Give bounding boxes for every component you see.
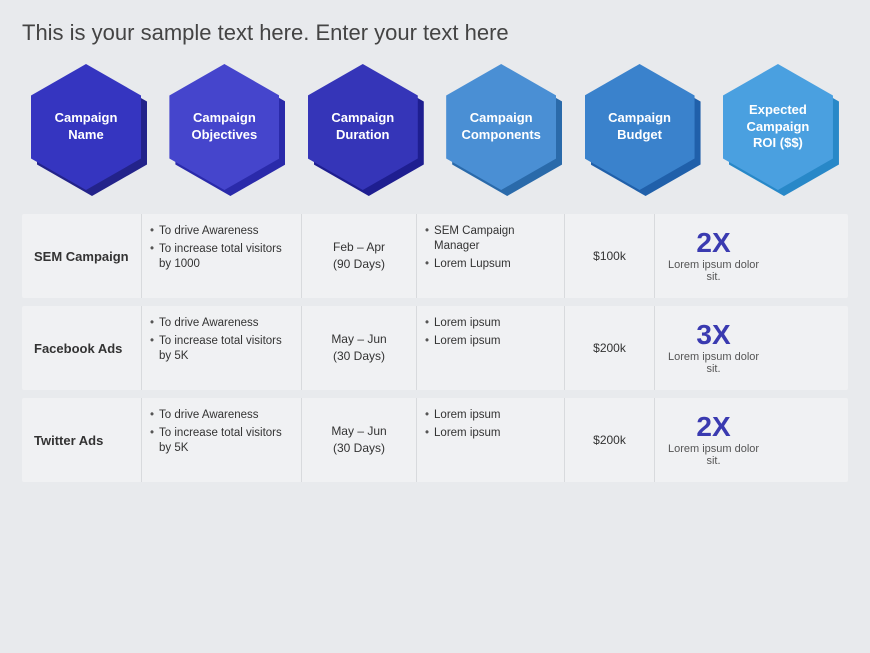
roi-subtitle: Lorem ipsum dolor sit. [663, 443, 764, 467]
cell-campaign-name: Facebook Ads [22, 306, 142, 390]
hex-label-roi: ExpectedCampaignROI ($$) [747, 102, 810, 153]
objective-item: To increase total visitors by 1000 [150, 242, 293, 272]
table-row: Twitter Ads To drive Awareness To increase… [22, 398, 848, 482]
component-item: Lorem ipsum [425, 408, 501, 423]
cell-duration: Feb – Apr(90 Days) [302, 214, 417, 298]
cell-budget: $200k [565, 398, 655, 482]
cell-objectives: To drive Awareness To increase total visi… [142, 214, 302, 298]
cell-budget: $200k [565, 306, 655, 390]
cell-roi: 2XLorem ipsum dolor sit. [655, 214, 772, 298]
objective-item: To increase total visitors by 5K [150, 334, 293, 364]
component-item: Lorem ipsum [425, 426, 501, 441]
objective-item: To drive Awareness [150, 316, 259, 331]
cell-campaign-name: SEM Campaign [22, 214, 142, 298]
cell-components: Lorem ipsum Lorem ipsum [417, 306, 565, 390]
duration-text: May – Jun(30 Days) [331, 331, 386, 365]
page-title: This is your sample text here. Enter you… [22, 20, 848, 46]
cell-roi: 2XLorem ipsum dolor sit. [655, 398, 772, 482]
component-item: Lorem ipsum [425, 334, 501, 349]
component-item: SEM Campaign Manager [425, 224, 556, 254]
hex-header-budget: CampaignBudget [578, 64, 708, 196]
table-row: SEM Campaign To drive Awareness To increas… [22, 214, 848, 298]
hex-label-objectives: CampaignObjectives [192, 110, 258, 144]
duration-text: May – Jun(30 Days) [331, 423, 386, 457]
cell-roi: 3XLorem ipsum dolor sit. [655, 306, 772, 390]
hex-label-budget: CampaignBudget [608, 110, 671, 144]
cell-duration: May – Jun(30 Days) [302, 306, 417, 390]
roi-value: 2X [696, 413, 730, 441]
hex-header-roi: ExpectedCampaignROI ($$) [716, 64, 846, 196]
cell-objectives: To drive Awareness To increase total visi… [142, 398, 302, 482]
hex-header-duration: CampaignDuration [301, 64, 431, 196]
cell-campaign-name: Twitter Ads [22, 398, 142, 482]
table-row: Facebook Ads To drive Awareness To increas… [22, 306, 848, 390]
cell-components: SEM Campaign Manager Lorem Lupsum [417, 214, 565, 298]
cell-objectives: To drive Awareness To increase total visi… [142, 306, 302, 390]
component-item: Lorem Lupsum [425, 257, 511, 272]
hex-header-name: CampaignName [24, 64, 154, 196]
hex-label-name: CampaignName [55, 110, 118, 144]
cell-budget: $100k [565, 214, 655, 298]
cell-components: Lorem ipsum Lorem ipsum [417, 398, 565, 482]
header-row: CampaignName CampaignObjectives CampaignDu… [22, 64, 848, 196]
component-item: Lorem ipsum [425, 316, 501, 331]
objective-item: To drive Awareness [150, 408, 259, 423]
roi-value: 2X [696, 229, 730, 257]
duration-text: Feb – Apr(90 Days) [333, 239, 385, 273]
hex-label-duration: CampaignDuration [331, 110, 394, 144]
roi-subtitle: Lorem ipsum dolor sit. [663, 259, 764, 283]
roi-subtitle: Lorem ipsum dolor sit. [663, 351, 764, 375]
page: This is your sample text here. Enter you… [0, 0, 870, 653]
cell-duration: May – Jun(30 Days) [302, 398, 417, 482]
hex-header-objectives: CampaignObjectives [162, 64, 292, 196]
objective-item: To drive Awareness [150, 224, 259, 239]
hex-label-components: CampaignComponents [461, 110, 540, 144]
roi-value: 3X [696, 321, 730, 349]
hex-header-components: CampaignComponents [439, 64, 569, 196]
table-body: SEM Campaign To drive Awareness To increas… [22, 214, 848, 482]
objective-item: To increase total visitors by 5K [150, 426, 293, 456]
